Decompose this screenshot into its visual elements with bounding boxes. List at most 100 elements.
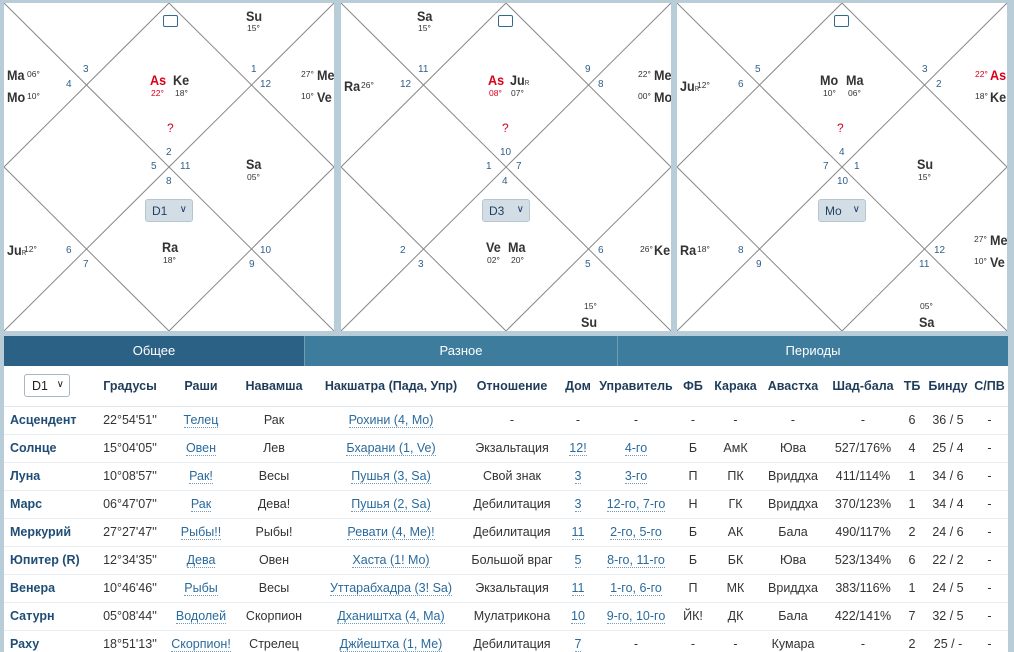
planet-label[interactable]: Ma: [846, 73, 864, 87]
planet-name[interactable]: Меркурий: [4, 518, 90, 547]
planet-label[interactable]: Me: [990, 233, 1007, 247]
tab-misc[interactable]: Разное: [305, 336, 618, 366]
planet-label[interactable]: Sa: [246, 157, 261, 171]
planet-label[interactable]: Ma: [508, 240, 526, 254]
column-header[interactable]: Дом: [558, 366, 598, 407]
nakshatra-link[interactable]: Рохини (4, Mo): [348, 413, 434, 428]
lord-link[interactable]: 1-го, 6-го: [610, 581, 662, 596]
column-header[interactable]: Градусы: [90, 366, 170, 407]
nakshatra-link[interactable]: Уттарабхадра (3! Sa): [329, 581, 453, 596]
nakshatra-link[interactable]: Бхарани (1, Ve): [346, 441, 436, 456]
planet-name[interactable]: Марс: [4, 490, 90, 519]
ascendant-label[interactable]: As: [488, 73, 504, 87]
column-header[interactable]: Накшатра (Пада, Упр): [316, 366, 466, 407]
planet-name[interactable]: Венера: [4, 574, 90, 603]
column-header[interactable]: Шад-бала: [827, 366, 899, 407]
house-link[interactable]: 7: [574, 637, 582, 652]
planet-label[interactable]: Sa: [919, 315, 934, 329]
planet-label[interactable]: Mo: [7, 90, 25, 104]
chart-corner-box-icon[interactable]: [834, 15, 849, 27]
planet-label[interactable]: Mo: [654, 90, 671, 104]
nakshatra-link[interactable]: Ревати (4, Me)!: [347, 525, 435, 540]
planet-label[interactable]: Ra: [680, 243, 696, 257]
lord-link[interactable]: 3-го: [624, 469, 648, 484]
house-link[interactable]: 3: [574, 469, 582, 484]
chart-corner-box-icon[interactable]: [498, 15, 513, 27]
rashi-link[interactable]: Рак: [190, 497, 212, 512]
planet-label[interactable]: Ra: [162, 240, 178, 254]
tab-general[interactable]: Общее: [4, 336, 305, 366]
table-varga-select[interactable]: D1 ∨: [24, 374, 70, 398]
nakshatra-link[interactable]: Пушья (2, Sa): [351, 497, 431, 512]
house-number: 3: [418, 259, 424, 270]
column-header[interactable]: Управитель: [598, 366, 674, 407]
column-header[interactable]: ТБ: [899, 366, 925, 407]
planet-name[interactable]: Юпитер (R): [4, 546, 90, 575]
column-header[interactable]: Карака: [712, 366, 759, 407]
planet-label[interactable]: Ke: [990, 90, 1006, 104]
rashi-link[interactable]: Рыбы: [184, 581, 218, 596]
rashi-link[interactable]: Водолей: [175, 609, 227, 624]
planet-degree: 10°: [974, 256, 987, 266]
planet-label[interactable]: Ve: [990, 255, 1005, 269]
lord-link[interactable]: 4-го: [624, 441, 648, 456]
planet-label[interactable]: Sa: [417, 9, 432, 23]
lord-link[interactable]: 2-го, 5-го: [610, 525, 662, 540]
rashi-link[interactable]: Овен: [185, 441, 217, 456]
column-header[interactable]: Раши: [170, 366, 232, 407]
chart-varga-select[interactable]: Mo ∨: [818, 199, 866, 222]
column-header[interactable]: ФБ: [674, 366, 712, 407]
column-header[interactable]: Отношение: [466, 366, 558, 407]
chart-varga-select[interactable]: D1 ∨: [145, 199, 193, 222]
rashi-link[interactable]: Скорпион!: [171, 637, 231, 652]
nakshatra-link[interactable]: Дхаништха (4, Ma): [337, 609, 445, 624]
column-header[interactable]: С/ПВ: [971, 366, 1008, 407]
planet-label[interactable]: Ve: [317, 90, 332, 104]
ascendant-label[interactable]: As: [990, 68, 1006, 82]
tab-periods[interactable]: Периоды: [618, 336, 1008, 366]
nakshatra-link[interactable]: Джйештха (1, Me): [339, 637, 443, 652]
planet-name[interactable]: Сатурн: [4, 602, 90, 631]
house-link[interactable]: 11: [571, 525, 585, 540]
planet-label[interactable]: JuR: [510, 73, 529, 87]
lord-link[interactable]: 12-го, 7-го: [606, 497, 666, 512]
avastha-cell: Бала: [759, 602, 827, 631]
house-link[interactable]: 3: [574, 497, 582, 512]
relation-cell: Дебилитация: [466, 518, 558, 547]
chart-corner-box-icon[interactable]: [163, 15, 178, 27]
tb-cell: 1: [899, 462, 925, 491]
house-link[interactable]: 11: [571, 581, 585, 596]
planet-label[interactable]: Ma: [7, 68, 25, 82]
planet-label[interactable]: Su: [581, 315, 597, 329]
rashi-link[interactable]: Дева: [186, 553, 216, 568]
lord-link[interactable]: 8-го, 11-го: [607, 553, 665, 568]
planet-label[interactable]: Me: [654, 68, 671, 82]
chart-varga-select[interactable]: D3 ∨: [482, 199, 530, 222]
nakshatra-link[interactable]: Пушья (3, Sa): [351, 469, 431, 484]
rashi-link[interactable]: Телец: [183, 413, 219, 428]
planet-name[interactable]: Солнце: [4, 434, 90, 463]
planet-name[interactable]: Раху: [4, 630, 90, 652]
planet-label[interactable]: Ke: [654, 243, 670, 257]
planet-label[interactable]: Ke: [173, 73, 189, 87]
house-link[interactable]: 5: [574, 553, 582, 568]
rashi-link[interactable]: Рак!: [189, 469, 213, 484]
nakshatra-link[interactable]: Хаста (1! Mo): [352, 553, 430, 568]
planet-name[interactable]: Асцендент: [4, 406, 90, 435]
lord-link[interactable]: 9-го, 10-го: [606, 609, 666, 624]
column-header[interactable]: Бинду: [925, 366, 971, 407]
planet-label[interactable]: Me: [317, 68, 334, 82]
column-header[interactable]: Навамша: [232, 366, 316, 407]
table-row: Юпитер (R) 12°34'35'' Дева Овен Хаста (1! Mo…: [4, 546, 1008, 575]
house-link[interactable]: 12!: [569, 441, 587, 456]
column-header[interactable]: Авастха: [759, 366, 827, 407]
house-link[interactable]: 10: [571, 609, 585, 624]
planet-name[interactable]: Луна: [4, 462, 90, 491]
rashi-link[interactable]: Рыбы!!: [180, 525, 222, 540]
planet-label[interactable]: Ra: [344, 79, 360, 93]
planet-label[interactable]: Su: [246, 9, 262, 23]
ascendant-label[interactable]: As: [150, 73, 166, 87]
planet-label[interactable]: Su: [917, 157, 933, 171]
planet-label[interactable]: Mo: [820, 73, 838, 87]
planet-label[interactable]: Ve: [486, 240, 501, 254]
